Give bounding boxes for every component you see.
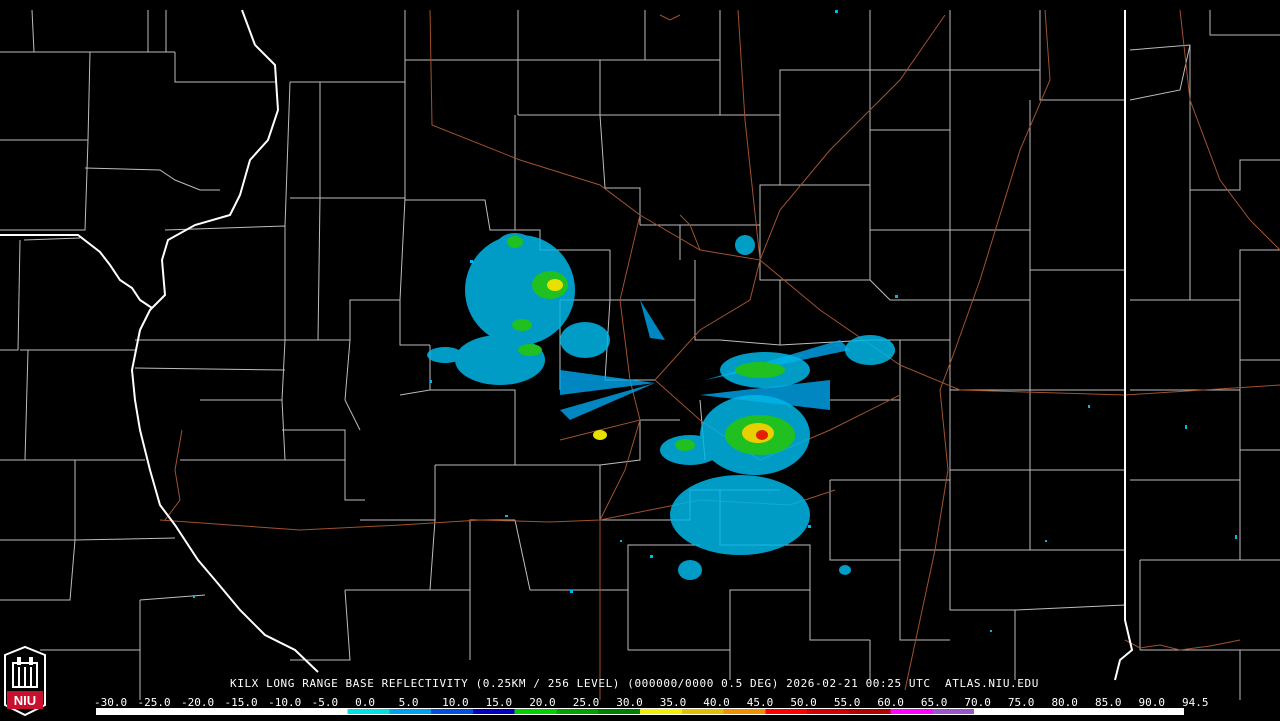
color-scale-labels: -30.0 -25.0 -20.0 -15.0 -10.0 -5.0 0.0 5.0 10.0 1… bbox=[94, 696, 1209, 709]
county-lines bbox=[0, 9, 1280, 700]
product-title: KILX LONG RANGE BASE REFLECTIVITY (0.25K… bbox=[230, 677, 1039, 690]
echo-radial-spokes bbox=[560, 300, 850, 420]
radar-map bbox=[0, 9, 1280, 700]
niu-logo: NIU bbox=[3, 645, 47, 717]
echo-east-red bbox=[756, 430, 768, 440]
logo-text: NIU bbox=[14, 693, 36, 708]
scale-label: 94.5 bbox=[1182, 696, 1209, 709]
echo-nw-cluster bbox=[427, 233, 610, 385]
color-scale-bar bbox=[96, 708, 1184, 715]
